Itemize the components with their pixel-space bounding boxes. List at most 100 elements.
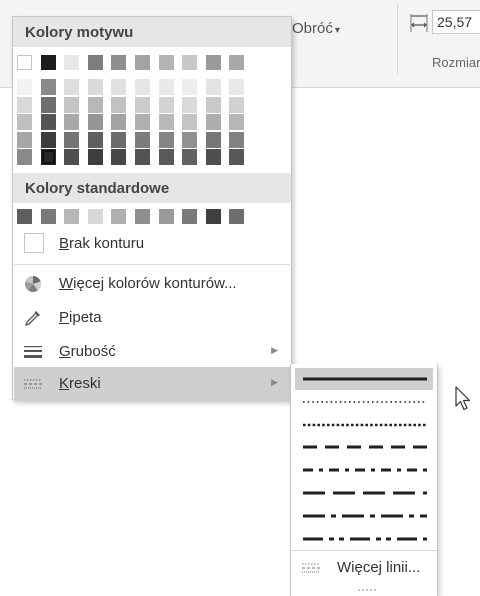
theme-shade-swatch[interactable]: [111, 79, 127, 95]
theme-shade-swatch[interactable]: [135, 79, 150, 95]
theme-shade-swatch[interactable]: [111, 149, 127, 165]
dash-style-long-dash-dot[interactable]: [295, 505, 433, 527]
dash-style-long-dash-dot-dot[interactable]: [295, 528, 433, 550]
theme-shade-swatch[interactable]: [205, 131, 221, 148]
standard-color-swatch[interactable]: [182, 209, 198, 224]
dash-style-preview-long-dash-dot-dot: [303, 537, 427, 541]
theme-shade-swatch[interactable]: [135, 131, 150, 148]
theme-color-swatch[interactable]: [229, 55, 245, 70]
dash-style-round-dot[interactable]: [295, 391, 433, 413]
theme-shade-swatch[interactable]: [64, 131, 80, 148]
theme-shade-swatch[interactable]: [205, 114, 221, 130]
theme-shade-swatch[interactable]: [87, 114, 103, 130]
theme-shade-swatch[interactable]: [158, 79, 174, 95]
theme-shade-swatch[interactable]: [40, 131, 56, 148]
theme-color-swatch[interactable]: [205, 55, 221, 70]
theme-color-swatch[interactable]: [40, 55, 56, 70]
theme-shade-swatch[interactable]: [17, 96, 32, 113]
dash-style-preview-solid: [303, 377, 427, 381]
standard-color-swatch[interactable]: [158, 209, 174, 224]
theme-shade-swatch[interactable]: [40, 96, 56, 113]
standard-color-swatch[interactable]: [229, 209, 245, 224]
theme-shade-swatch[interactable]: [87, 131, 103, 148]
theme-shade-swatch[interactable]: [111, 114, 127, 130]
theme-color-swatch[interactable]: [135, 55, 150, 70]
theme-shade-swatch[interactable]: [158, 114, 174, 130]
theme-shade-swatch[interactable]: [158, 131, 174, 148]
shape-width-icon: [410, 14, 428, 32]
theme-shade-swatch[interactable]: [64, 79, 80, 95]
standard-color-swatch[interactable]: [40, 209, 56, 224]
theme-shade-swatch[interactable]: [205, 149, 221, 165]
theme-shade-swatch[interactable]: [17, 114, 32, 130]
resize-grip-icon[interactable]: [357, 588, 377, 592]
theme-shade-swatch[interactable]: [64, 149, 80, 165]
dash-style-preview-dash-dot: [303, 468, 427, 472]
weight-item[interactable]: Grubość ▶: [14, 335, 292, 369]
theme-shade-swatch[interactable]: [229, 114, 245, 130]
theme-shade-swatch[interactable]: [87, 79, 103, 95]
no-outline-item[interactable]: Brak konturu: [14, 227, 292, 261]
standard-color-swatch[interactable]: [205, 209, 221, 224]
dash-style-preview-dash: [303, 445, 427, 449]
theme-shade-swatch[interactable]: [229, 79, 245, 95]
theme-color-swatch[interactable]: [111, 55, 127, 70]
more-lines-item[interactable]: Więcej linii...: [291, 550, 437, 584]
submenu-arrow-icon: ▶: [271, 345, 278, 355]
theme-shade-swatch[interactable]: [229, 149, 245, 165]
dash-style-long-dash[interactable]: [295, 482, 433, 504]
dash-style-square-dot[interactable]: [295, 414, 433, 436]
rotate-button[interactable]: Obróć ▾: [292, 20, 340, 37]
line-weight-icon: [24, 346, 42, 358]
theme-shade-swatch[interactable]: [182, 79, 198, 95]
dash-style-dash[interactable]: [295, 436, 433, 458]
theme-shade-swatch[interactable]: [158, 149, 174, 165]
theme-shade-swatch[interactable]: [182, 114, 198, 130]
theme-shade-swatch[interactable]: [40, 114, 56, 130]
theme-color-swatch[interactable]: [182, 55, 198, 70]
theme-shade-swatch[interactable]: [87, 96, 103, 113]
theme-color-swatch[interactable]: [17, 55, 32, 70]
theme-shade-swatch[interactable]: [17, 131, 32, 148]
ribbon-separator: [397, 4, 398, 74]
more-outline-colors-item[interactable]: Więcej kolorów konturów...: [14, 267, 292, 301]
theme-color-swatch[interactable]: [64, 55, 80, 70]
size-group-label: Rozmiar: [432, 55, 480, 70]
theme-shade-swatch[interactable]: [182, 96, 198, 113]
standard-color-swatch[interactable]: [135, 209, 150, 224]
theme-shade-swatch[interactable]: [40, 79, 56, 95]
eyedropper-label: Pipeta: [59, 309, 102, 326]
submenu-arrow-icon: ▶: [271, 377, 278, 387]
standard-color-swatch[interactable]: [111, 209, 127, 224]
standard-color-swatch[interactable]: [17, 209, 32, 224]
standard-color-swatch[interactable]: [87, 209, 103, 224]
selected-theme-shade-swatch[interactable]: [40, 149, 56, 165]
theme-shade-swatch[interactable]: [205, 79, 221, 95]
theme-shade-swatch[interactable]: [17, 79, 32, 95]
theme-shade-swatch[interactable]: [205, 96, 221, 113]
theme-shade-swatch[interactable]: [135, 149, 150, 165]
theme-color-swatch[interactable]: [158, 55, 174, 70]
width-field[interactable]: 25,57: [432, 10, 480, 34]
theme-shade-swatch[interactable]: [111, 96, 127, 113]
theme-shade-swatch[interactable]: [17, 149, 32, 165]
dash-style-solid[interactable]: [295, 368, 433, 390]
theme-shade-swatch[interactable]: [182, 131, 198, 148]
theme-shade-swatch[interactable]: [158, 96, 174, 113]
standard-colors-header: Kolory standardowe: [13, 173, 291, 203]
dash-style-dash-dot[interactable]: [295, 459, 433, 481]
dashes-item[interactable]: Kreski ▶: [14, 367, 292, 401]
theme-shade-swatch[interactable]: [229, 131, 245, 148]
theme-shade-swatch[interactable]: [135, 96, 150, 113]
theme-shade-swatch[interactable]: [64, 96, 80, 113]
theme-shade-swatch[interactable]: [182, 149, 198, 165]
dash-style-preview-long-dash-dot: [303, 514, 427, 518]
theme-shade-swatch[interactable]: [135, 114, 150, 130]
theme-color-swatch[interactable]: [87, 55, 103, 70]
theme-shade-swatch[interactable]: [111, 131, 127, 148]
theme-shade-swatch[interactable]: [64, 114, 80, 130]
eyedropper-item[interactable]: Pipeta: [14, 301, 292, 335]
theme-shade-swatch[interactable]: [229, 96, 245, 113]
theme-shade-swatch[interactable]: [87, 149, 103, 165]
standard-color-swatch[interactable]: [64, 209, 80, 224]
